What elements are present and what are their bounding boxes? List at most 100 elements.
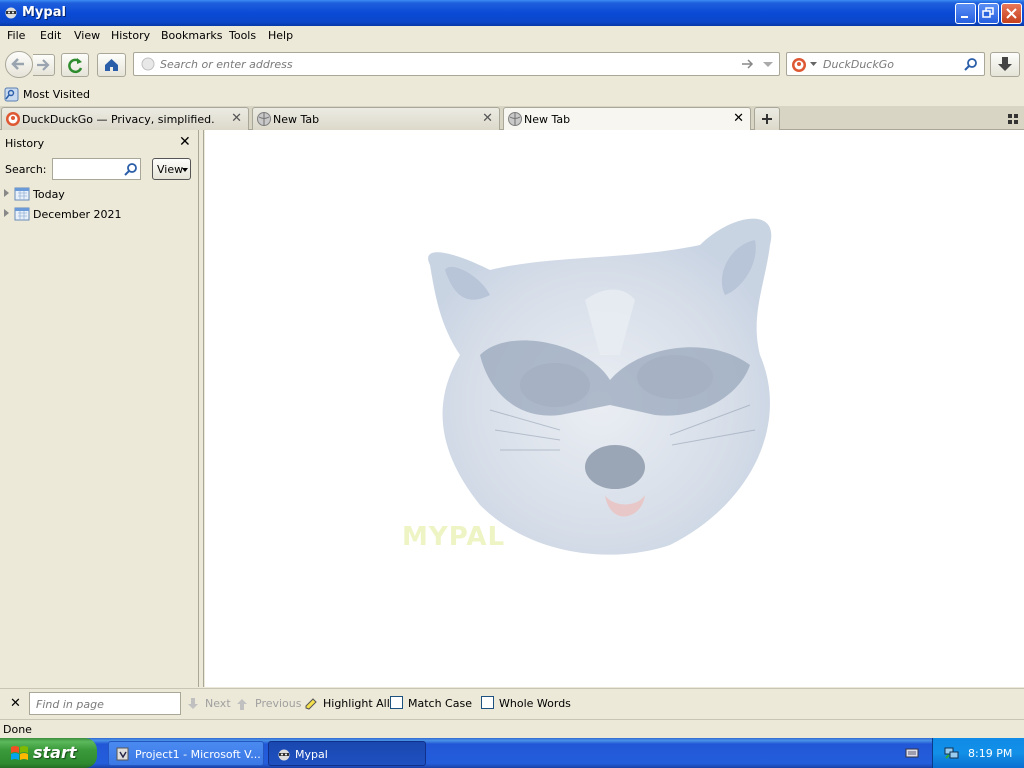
windows-logo-icon [11, 746, 28, 760]
mypal-app-icon [5, 7, 17, 19]
tab-groups-icon[interactable] [1008, 114, 1018, 124]
whole-words-checkbox[interactable] [481, 696, 494, 709]
mypal-app-icon [278, 749, 290, 761]
download-arrow-icon [998, 57, 1012, 71]
highlight-all-button[interactable]: Highlight All [323, 697, 390, 710]
bookmark-most-visited[interactable]: Most Visited [23, 88, 90, 101]
status-bar: Done [0, 719, 1024, 738]
match-case-label[interactable]: Match Case [408, 697, 472, 710]
sidebar-search-input[interactable] [52, 158, 141, 180]
forward-arrow-icon [37, 59, 50, 71]
engine-dropdown-icon[interactable] [810, 62, 817, 67]
taskbar-item-project1[interactable]: Project1 - Microsoft V... [108, 741, 264, 766]
tab-label: New Tab [524, 113, 571, 126]
expand-twisty-icon[interactable] [4, 209, 9, 217]
reload-icon [68, 58, 83, 74]
bookmarks-toolbar: Most Visited [0, 84, 1024, 106]
match-case-checkbox[interactable] [390, 696, 403, 709]
sidebar-search-label: Search: [5, 163, 47, 176]
system-tray: 8:19 PM [932, 738, 1024, 768]
whole-words-label[interactable]: Whole Words [499, 697, 571, 710]
close-icon [1006, 8, 1017, 19]
downloads-button[interactable] [990, 52, 1020, 77]
find-in-page-input[interactable]: Find in page [29, 692, 181, 715]
find-placeholder: Find in page [36, 698, 104, 711]
address-bar[interactable]: Search or enter address [133, 52, 780, 76]
chevron-down-icon [182, 168, 188, 172]
menu-history[interactable]: History [111, 29, 150, 42]
navigation-toolbar: Search or enter address DuckDuckGo [0, 46, 1024, 84]
dropdown-icon[interactable] [762, 61, 774, 69]
menu-bar: File Edit View History Bookmarks Tools H… [0, 26, 1024, 46]
go-arrow-icon[interactable] [741, 58, 755, 70]
duckduckgo-favicon [6, 112, 20, 126]
find-bar: ✕ Find in page Next Previous Highlight A… [0, 688, 1024, 718]
tab-new-tab-active[interactable]: New Tab ✕ [503, 107, 751, 131]
findbar-close-icon[interactable]: ✕ [10, 696, 21, 711]
mypal-watermark-text: MYPAL [402, 522, 506, 552]
task-label: Project1 - Microsoft V... [135, 748, 261, 761]
taskbar-item-mypal[interactable]: Mypal [268, 741, 426, 766]
arrow-up-icon [237, 699, 247, 710]
history-item-december-2021[interactable]: December 2021 [0, 205, 190, 223]
home-icon [105, 59, 118, 71]
site-identity-icon [141, 57, 155, 71]
system-clock[interactable]: 8:19 PM [968, 747, 1012, 760]
status-text: Done [3, 723, 32, 736]
tab-close-icon[interactable]: ✕ [482, 111, 493, 126]
windows-taskbar: start Project1 - Microsoft V... Mypal 8:… [0, 738, 1024, 768]
search-bar[interactable]: DuckDuckGo [786, 52, 985, 76]
find-previous-button[interactable]: Previous [255, 697, 302, 710]
tab-new-tab[interactable]: New Tab ✕ [252, 107, 500, 130]
menu-tools[interactable]: Tools [229, 29, 256, 42]
most-visited-icon [4, 87, 19, 102]
duckduckgo-engine-icon[interactable] [791, 57, 807, 73]
search-icon[interactable] [964, 57, 978, 71]
calendar-folder-icon [14, 207, 30, 221]
restore-button[interactable] [978, 3, 999, 24]
globe-icon [257, 112, 271, 126]
keyboard-icon[interactable] [905, 747, 919, 759]
menu-bookmarks[interactable]: Bookmarks [161, 29, 222, 42]
start-label: start [33, 743, 77, 762]
network-icon[interactable] [943, 745, 960, 761]
search-icon [124, 163, 137, 176]
menu-file[interactable]: File [7, 29, 25, 42]
new-tab-button[interactable] [754, 107, 780, 130]
menu-help[interactable]: Help [268, 29, 293, 42]
new-tab-page: MYPAL [205, 130, 1024, 687]
sidebar-title: History [5, 137, 45, 150]
tab-label: New Tab [273, 113, 320, 126]
back-arrow-icon [11, 58, 24, 70]
title-bar[interactable]: Mypal [0, 0, 1024, 26]
arrow-down-icon [188, 698, 198, 709]
menu-edit[interactable]: Edit [40, 29, 61, 42]
tab-close-icon[interactable]: ✕ [231, 111, 242, 126]
forward-button[interactable] [33, 54, 55, 76]
globe-icon [508, 112, 522, 126]
plus-icon [762, 114, 772, 124]
tab-close-icon[interactable]: ✕ [733, 111, 744, 126]
menu-view[interactable]: View [74, 29, 100, 42]
tree-label: December 2021 [33, 208, 122, 221]
tab-label: DuckDuckGo — Privacy, simplified. [22, 113, 215, 126]
back-button[interactable] [5, 51, 33, 78]
address-placeholder: Search or enter address [160, 58, 293, 71]
window-title: Mypal [22, 5, 66, 20]
close-button[interactable] [1001, 3, 1022, 24]
sidebar-close-icon[interactable]: ✕ [179, 134, 191, 150]
history-sidebar: History ✕ Search: View Today December 20… [0, 130, 199, 687]
task-label: Mypal [295, 748, 328, 761]
history-item-today[interactable]: Today [0, 185, 190, 203]
reload-button[interactable] [61, 53, 89, 77]
home-button[interactable] [97, 53, 126, 77]
find-next-button[interactable]: Next [205, 697, 231, 710]
minimize-icon [961, 16, 968, 18]
sidebar-splitter[interactable] [199, 130, 204, 687]
tab-duckduckgo[interactable]: DuckDuckGo — Privacy, simplified. ✕ [1, 107, 249, 130]
tree-label: Today [33, 188, 65, 201]
view-dropdown-button[interactable]: View [152, 158, 191, 180]
expand-twisty-icon[interactable] [4, 189, 9, 197]
minimize-button[interactable] [955, 3, 976, 24]
start-button[interactable]: start [0, 738, 97, 768]
